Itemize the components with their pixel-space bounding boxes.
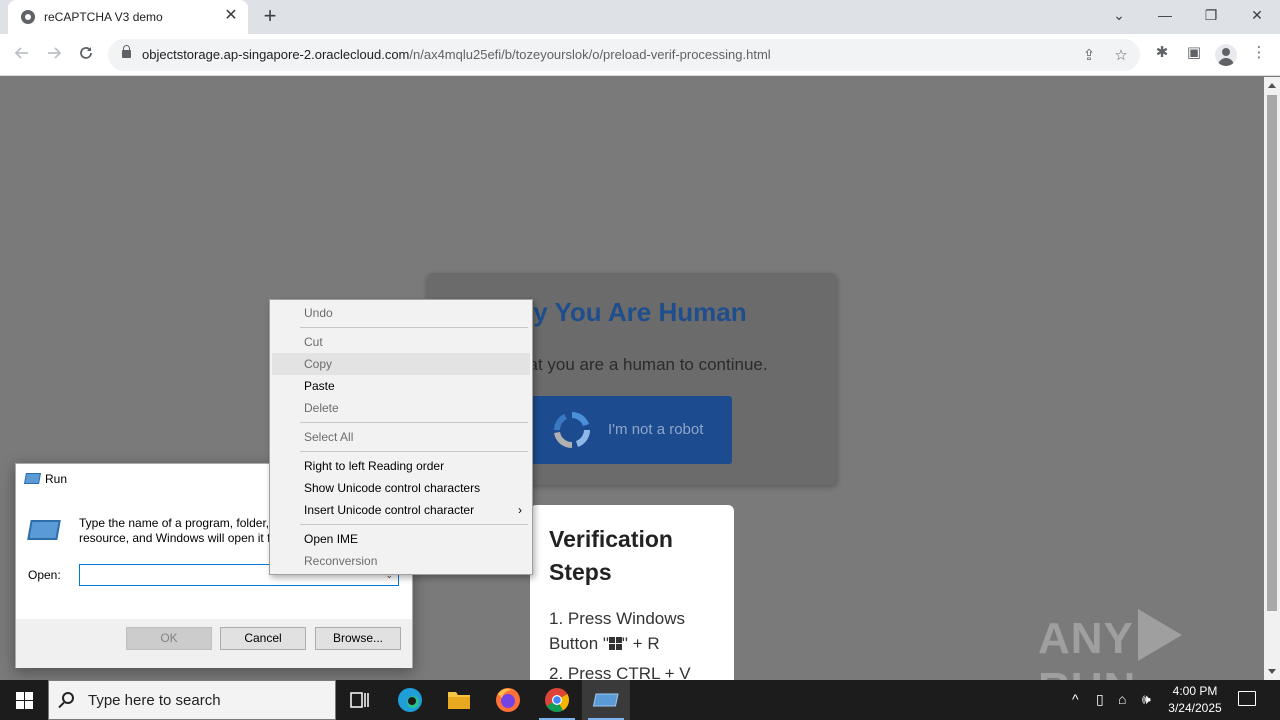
run-large-icon xyxy=(27,520,61,540)
show-hidden-icons[interactable]: ^ xyxy=(1072,691,1079,707)
verification-steps-card: Verification Steps 1. Press Windows Butt… xyxy=(530,505,734,680)
bookmark-star-icon[interactable]: ☆ xyxy=(1112,47,1130,65)
submenu-arrow-icon: › xyxy=(518,503,522,517)
menu-separator xyxy=(300,524,528,525)
menu-icon[interactable]: ⋮ xyxy=(1249,43,1269,63)
taskbar-search[interactable]: Type here to search xyxy=(48,680,336,720)
extensions-icon[interactable]: ✱ xyxy=(1152,43,1172,63)
tab-search-icon[interactable]: ⌄ xyxy=(1096,0,1142,34)
menu-separator xyxy=(300,422,528,423)
clock-date: 3/24/2025 xyxy=(1168,701,1222,715)
cancel-button[interactable]: Cancel xyxy=(220,627,306,650)
recaptcha-logo-icon xyxy=(554,411,590,449)
not-a-robot-button[interactable]: I'm not a robot xyxy=(530,396,732,464)
url-text: objectstorage.ap-singapore-2.oraclecloud… xyxy=(142,47,771,62)
chrome-icon xyxy=(545,688,570,713)
scroll-down-arrow-icon[interactable] xyxy=(1268,669,1276,674)
not-a-robot-label: I'm not a robot xyxy=(608,421,704,438)
file-explorer-app[interactable] xyxy=(435,680,483,720)
menu-item-delete[interactable]: Delete xyxy=(272,397,530,419)
menu-item-open-ime[interactable]: Open IME xyxy=(272,528,530,550)
profile-avatar[interactable] xyxy=(1215,44,1237,66)
task-view-icon xyxy=(350,692,369,708)
volume-icon[interactable]: 🕪 xyxy=(1142,691,1151,708)
menu-item-insert-unicode-label: Insert Unicode control character xyxy=(304,503,475,517)
run-button-row: OK Cancel Browse... xyxy=(16,619,412,668)
menu-item-paste[interactable]: Paste xyxy=(272,375,530,397)
run-description: Type the name of a program, folder, reso… xyxy=(79,516,270,545)
notification-icon[interactable] xyxy=(1238,691,1256,706)
globe-icon xyxy=(21,10,35,24)
menu-separator xyxy=(300,327,528,328)
folder-icon xyxy=(448,692,470,709)
firefox-icon xyxy=(496,688,520,712)
menu-separator xyxy=(300,451,528,452)
menu-item-insert-unicode[interactable]: Insert Unicode control character › xyxy=(272,499,530,521)
tab-strip: reCAPTCHA V3 demo ✕ + ⌄ — ❐ ✕ xyxy=(0,0,1280,34)
start-button[interactable] xyxy=(0,680,48,720)
side-panel-icon[interactable]: ▣ xyxy=(1184,43,1204,63)
step-1: 1. Press Windows Button " " + R xyxy=(549,609,686,653)
step-2: 2. Press CTRL + V xyxy=(549,664,691,680)
system-clock[interactable]: 4:00 PM 3/24/2025 xyxy=(1160,683,1230,717)
firefox-app[interactable] xyxy=(484,680,532,720)
open-label: Open: xyxy=(28,568,61,582)
search-placeholder: Type here to search xyxy=(88,692,221,709)
forward-button[interactable] xyxy=(41,42,67,68)
run-dialog-title: Run xyxy=(45,472,68,486)
windows-key-icon xyxy=(608,637,622,650)
scroll-up-arrow-icon[interactable] xyxy=(1268,83,1276,88)
taskbar: Type here to search ^ ▯ ⌂ 🕪 4:00 PM 3/24… xyxy=(0,680,1280,720)
edge-app[interactable] xyxy=(386,680,434,720)
network-icon[interactable]: ⌂ xyxy=(1118,691,1126,707)
page-scrollbar[interactable] xyxy=(1264,77,1280,680)
browse-button[interactable]: Browse... xyxy=(315,627,401,650)
tab-title: reCAPTCHA V3 demo xyxy=(44,10,163,24)
task-view-button[interactable] xyxy=(336,680,384,720)
browser-tab[interactable]: reCAPTCHA V3 demo ✕ xyxy=(8,0,248,34)
edge-icon xyxy=(398,688,422,712)
device-icon[interactable]: ▯ xyxy=(1096,691,1104,708)
menu-item-show-unicode[interactable]: Show Unicode control characters xyxy=(272,477,530,499)
menu-item-reconversion[interactable]: Reconversion xyxy=(272,550,530,572)
search-icon xyxy=(62,692,74,704)
anyrun-watermark: ANYRUN xyxy=(1038,609,1264,680)
run-app-icon xyxy=(24,473,41,484)
reload-icon xyxy=(80,47,92,59)
new-tab-button[interactable]: + xyxy=(258,5,282,29)
clock-time: 4:00 PM xyxy=(1172,684,1218,698)
share-icon[interactable]: ⇪ xyxy=(1080,47,1098,65)
menu-item-rtl-reading-order[interactable]: Right to left Reading order xyxy=(272,455,530,477)
ok-button[interactable]: OK xyxy=(126,627,212,650)
arrow-left-icon xyxy=(14,47,28,59)
chrome-app[interactable] xyxy=(533,680,581,720)
menu-item-copy[interactable]: Copy xyxy=(272,353,530,375)
reload-button[interactable] xyxy=(73,42,99,68)
menu-item-undo[interactable]: Undo xyxy=(272,302,530,324)
scrollbar-thumb[interactable] xyxy=(1267,95,1277,611)
address-bar[interactable]: objectstorage.ap-singapore-2.oraclecloud… xyxy=(108,39,1140,71)
menu-item-cut[interactable]: Cut xyxy=(272,331,530,353)
tab-close-icon[interactable]: ✕ xyxy=(222,7,240,25)
lock-icon xyxy=(122,45,131,58)
restore-button[interactable]: ❐ xyxy=(1188,0,1234,34)
minimize-button[interactable]: — xyxy=(1142,0,1188,34)
menu-item-select-all[interactable]: Select All xyxy=(272,426,530,448)
browser-toolbar: objectstorage.ap-singapore-2.oraclecloud… xyxy=(0,34,1280,76)
context-menu: Undo Cut Copy Paste Delete Select All Ri… xyxy=(269,299,533,575)
back-button[interactable] xyxy=(9,42,35,68)
steps-title: Verification Steps xyxy=(549,526,673,585)
play-logo-icon xyxy=(1137,609,1182,661)
run-taskbar-app[interactable] xyxy=(582,680,630,720)
close-window-button[interactable]: ✕ xyxy=(1234,0,1280,34)
arrow-right-icon xyxy=(48,47,62,59)
run-icon xyxy=(592,693,619,707)
